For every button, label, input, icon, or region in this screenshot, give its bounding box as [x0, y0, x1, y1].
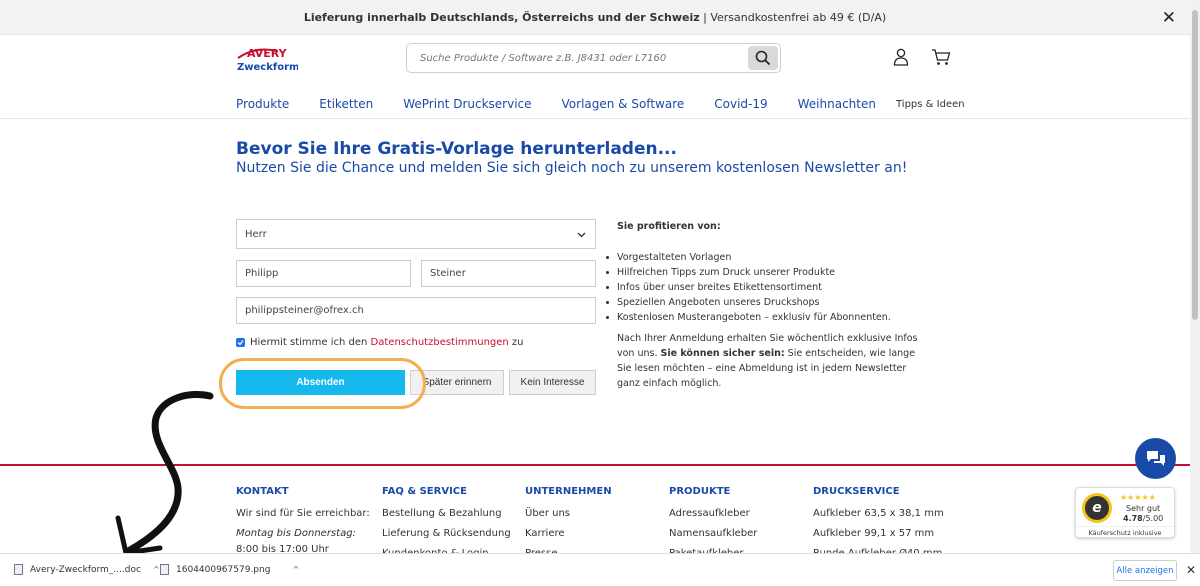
rating-stars-icon: ★★★★★	[1120, 493, 1156, 502]
nav-item-vorlagen[interactable]: Vorlagen & Software	[562, 97, 685, 111]
nav-item-tipps[interactable]: Tipps & Ideen	[896, 99, 965, 110]
search-input[interactable]	[407, 44, 727, 72]
footer-link[interactable]: Karriere	[525, 524, 612, 544]
cart-icon[interactable]	[931, 48, 951, 70]
consent-text-post: zu	[508, 337, 524, 348]
rating-score: 4.78	[1123, 514, 1143, 523]
drawn-arrow-annotation	[115, 390, 214, 556]
benefits-paragraph: Nach Ihrer Anmeldung erhalten Sie wöchen…	[617, 331, 925, 391]
benefit-item: Infos über unser breites Etikettensortim…	[605, 280, 925, 295]
download-item-png[interactable]: 1604400967579.png ^	[160, 564, 299, 575]
show-all-downloads-button[interactable]: Alle anzeigen	[1113, 560, 1177, 581]
user-icon[interactable]	[893, 48, 909, 70]
footer-col-produkte: PRODUKTE Adressaufkleber Namensaufkleber…	[669, 482, 757, 564]
chat-button[interactable]	[1135, 438, 1176, 479]
chevron-up-icon[interactable]: ^	[153, 565, 160, 574]
rating-value: 4.78/5.00	[1123, 514, 1163, 523]
footer-text: Montag bis Donnerstag:	[236, 528, 356, 539]
consent-text-pre: Hiermit stimme ich den	[250, 337, 371, 348]
trusted-shops-badge[interactable]: e ★★★★★ Sehr gut 4.78/5.00 Käuferschutz …	[1075, 487, 1175, 538]
shipping-info-separator: |	[699, 10, 711, 24]
privacy-link[interactable]: Datenschutzbestimmungen	[371, 337, 509, 348]
benefits-title: Sie profitieren von:	[617, 221, 721, 232]
footer-link[interactable]: Bestellung & Bezahlung	[382, 504, 511, 524]
checkmark-icon	[237, 340, 244, 346]
salutation-value: Herr	[245, 228, 267, 240]
chevron-down-icon	[577, 232, 586, 238]
footer-col-unternehmen: UNTERNEHMEN Über uns Karriere Presse	[525, 482, 612, 564]
email-field[interactable]: philippsteiner@ofrex.ch	[236, 297, 596, 324]
trusted-seal-icon: e	[1082, 493, 1112, 523]
footer-col-title: UNTERNEHMEN	[525, 486, 612, 497]
footer-link[interactable]: Aufkleber 63,5 x 38,1 mm	[813, 504, 944, 524]
shipping-info-bar: Lieferung innerhalb Deutschlands, Österr…	[0, 0, 1190, 35]
close-icon[interactable]: ✕	[1186, 563, 1196, 577]
lastname-field[interactable]: Steiner	[421, 260, 596, 287]
footer-col-title: FAQ & SERVICE	[382, 486, 467, 497]
highlight-circle-annotation	[219, 358, 426, 409]
lastname-value: Steiner	[430, 268, 466, 279]
avery-zweckform-logo[interactable]: AVERY Zweckform	[236, 42, 299, 76]
footer-text: Wir sind für Sie erreichbar:	[236, 508, 370, 519]
email-value: philippsteiner@ofrex.ch	[245, 305, 364, 316]
footer-col-title: KONTAKT	[236, 486, 289, 497]
download-bar: Avery-Zweckform_....doc ^ 1604400967579.…	[0, 553, 1200, 586]
salutation-select[interactable]: Herr	[236, 219, 596, 249]
search-box	[406, 43, 781, 73]
nav-item-etiketten[interactable]: Etiketten	[319, 97, 373, 111]
buyer-protection-text: Käuferschutz inklusive	[1076, 526, 1174, 537]
chevron-up-icon[interactable]: ^	[292, 565, 299, 574]
nav-item-weprint[interactable]: WePrint Druckservice	[403, 97, 531, 111]
logo-line2: Zweckform	[237, 62, 298, 73]
footer-link[interactable]: Aufkleber 99,1 x 57 mm	[813, 524, 944, 544]
footer-link[interactable]: Adressaufkleber	[669, 504, 757, 524]
firstname-field[interactable]: Philipp	[236, 260, 411, 287]
search-icon	[755, 50, 771, 66]
nav-item-covid[interactable]: Covid-19	[714, 97, 767, 111]
consent-checkbox[interactable]	[236, 338, 245, 347]
benefits-panel: Sie profitieren von: Vorgestalteten Vorl…	[605, 219, 925, 391]
scrollbar-thumb[interactable]	[1192, 10, 1198, 320]
benefits-list: Vorgestalteten Vorlagen Hilfreichen Tipp…	[605, 250, 925, 325]
rating-text: Sehr gut	[1126, 504, 1161, 513]
footer-col-title: PRODUKTE	[669, 486, 731, 497]
benefit-item: Hilfreichen Tipps zum Druck unserer Prod…	[605, 265, 925, 280]
firstname-value: Philipp	[245, 268, 279, 279]
download-filename: 1604400967579.png	[176, 564, 271, 575]
rating-max: /5.00	[1142, 514, 1164, 523]
footer-link[interactable]: Namensaufkleber	[669, 524, 757, 544]
shipping-info-text: Versandkostenfrei ab 49 € (D/A)	[710, 10, 887, 24]
image-file-icon	[160, 564, 169, 575]
chat-icon	[1146, 450, 1165, 466]
download-filename: Avery-Zweckform_....doc	[30, 564, 141, 575]
benefit-item: Speziellen Angeboten unseres Druckshops	[605, 295, 925, 310]
nav-item-produkte[interactable]: Produkte	[236, 97, 289, 111]
footer-col-faq: FAQ & SERVICE Bestellung & Bezahlung Lie…	[382, 482, 511, 564]
no-interest-button[interactable]: Kein Interesse	[509, 370, 596, 395]
close-icon[interactable]: ✕	[1162, 8, 1176, 28]
footer-col-druckservice: DRUCKSERVICE Aufkleber 63,5 x 38,1 mm Au…	[813, 482, 944, 564]
scrollbar[interactable]	[1190, 0, 1200, 553]
logo-line1: AVERY	[247, 47, 288, 60]
main-nav: Produkte Etiketten WePrint Druckservice …	[236, 95, 965, 113]
page-title: Bevor Sie Ihre Gratis-Vorlage herunterla…	[236, 139, 677, 159]
page-subtitle: Nutzen Sie die Chance und melden Sie sic…	[236, 160, 908, 176]
footer-col-title: DRUCKSERVICE	[813, 486, 900, 497]
header-divider	[0, 118, 1190, 119]
footer-col-kontakt: KONTAKT Wir sind für Sie erreichbar: Mon…	[236, 482, 370, 556]
benefits-para-bold: Sie können sicher sein:	[660, 348, 785, 359]
benefit-item: Vorgestalteten Vorlagen	[605, 250, 925, 265]
nav-item-weihnachten[interactable]: Weihnachten	[798, 97, 876, 111]
footer-link[interactable]: Über uns	[525, 504, 612, 524]
benefit-item: Kostenlosen Musterangeboten – exklusiv f…	[605, 310, 925, 325]
document-icon	[14, 564, 23, 575]
shipping-info-bold: Lieferung innerhalb Deutschlands, Österr…	[303, 10, 700, 24]
download-item-doc[interactable]: Avery-Zweckform_....doc ^	[14, 564, 160, 575]
footer-link[interactable]: Lieferung & Rücksendung	[382, 524, 511, 544]
search-button[interactable]	[748, 46, 778, 70]
consent-row: Hiermit stimme ich den Datenschutzbestim…	[236, 337, 524, 348]
